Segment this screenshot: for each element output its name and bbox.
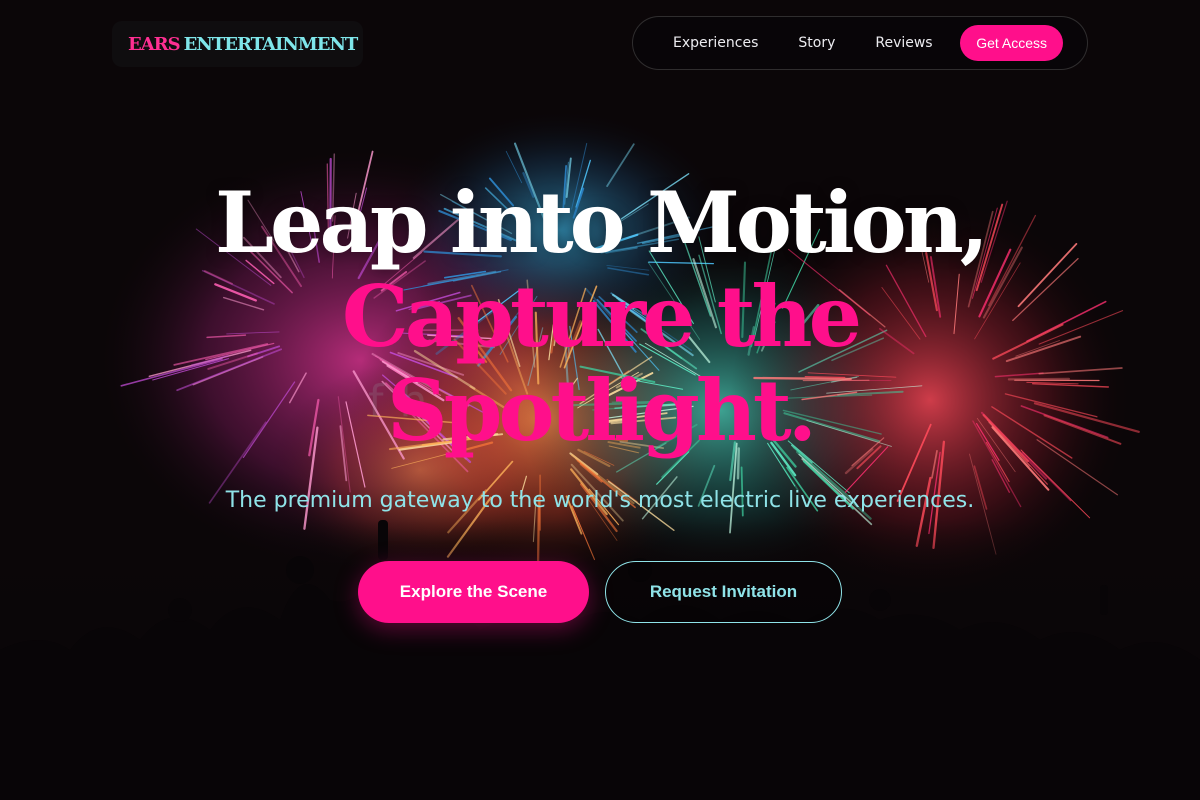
brand-logo[interactable]: EARS ENTERTAINMENT bbox=[112, 21, 363, 67]
brand-logo-part1: EARS bbox=[128, 33, 181, 55]
hero-headline-line1: Leap into Motion, bbox=[214, 173, 989, 272]
hero-headline: Leap into Motion, Capture the Spotlight. bbox=[0, 176, 1200, 458]
nav-link-reviews[interactable]: Reviews bbox=[875, 35, 932, 51]
brand-logo-part2: ENTERTAINMENT bbox=[183, 33, 359, 55]
top-navigation: Experiences Story Reviews Get Access bbox=[632, 16, 1088, 70]
page: EARS ENTERTAINMENT Experiences Story Rev… bbox=[0, 0, 1200, 800]
request-invitation-button[interactable]: Request Invitation bbox=[605, 561, 842, 623]
hero-subtitle: The premium gateway to the world's most … bbox=[225, 488, 975, 513]
nav-link-experiences[interactable]: Experiences bbox=[673, 35, 758, 51]
explore-the-scene-button[interactable]: Explore the Scene bbox=[358, 561, 589, 623]
nav-link-story[interactable]: Story bbox=[798, 35, 835, 51]
get-access-button[interactable]: Get Access bbox=[960, 25, 1063, 61]
hero-headline-line2: Capture the Spotlight. bbox=[341, 267, 862, 460]
